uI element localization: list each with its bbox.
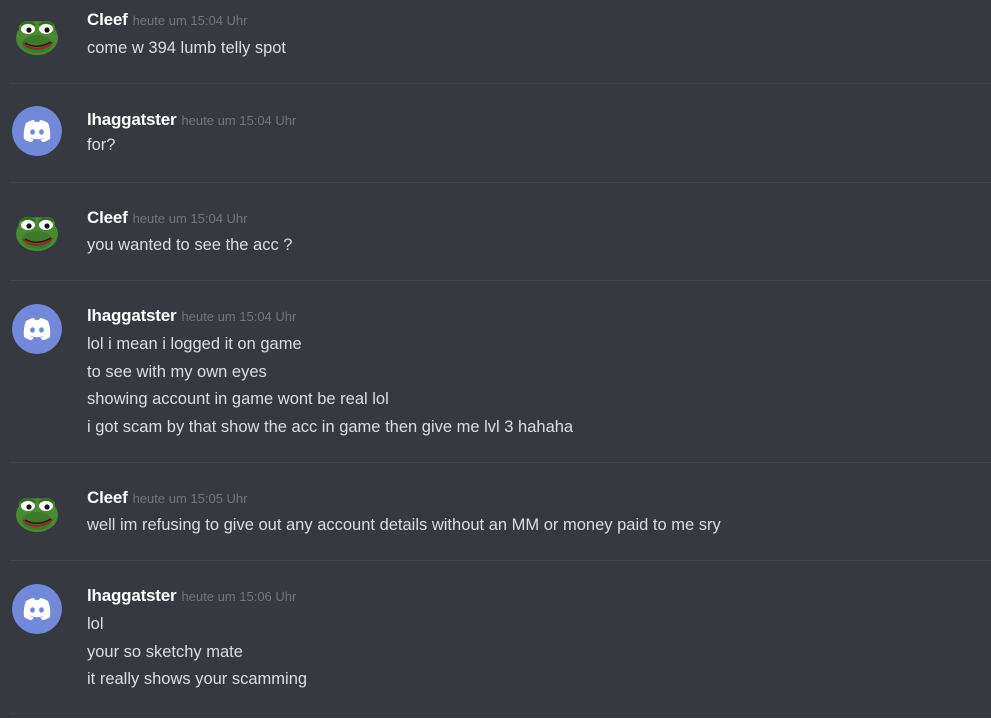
chat-message-list: Cleef heute um 15:04 Uhr come w 394 lumb … [0, 0, 991, 718]
discord-logo-icon [12, 304, 62, 354]
message-line: lol [87, 615, 104, 633]
username[interactable]: Cleef [87, 208, 128, 227]
timestamp: heute um 15:06 Uhr [181, 589, 297, 604]
pepe-frog-icon [12, 485, 62, 535]
message-line: showing account in game wont be real lol [87, 390, 389, 408]
message-divider [10, 280, 991, 281]
message-divider [10, 560, 991, 561]
pepe-frog-icon [12, 204, 62, 254]
avatar[interactable] [12, 204, 62, 254]
avatar[interactable] [12, 304, 62, 354]
username[interactable]: lhaggatster [87, 110, 177, 129]
avatar[interactable] [12, 485, 62, 535]
timestamp: heute um 15:04 Uhr [181, 113, 297, 128]
message-line: your so sketchy mate [87, 642, 243, 661]
avatar[interactable] [12, 106, 62, 156]
username[interactable]: Cleef [87, 488, 128, 507]
discord-logo-icon [12, 106, 62, 156]
discord-logo-icon [12, 584, 62, 634]
username[interactable]: Cleef [87, 10, 128, 29]
timestamp: heute um 15:04 Uhr [132, 211, 248, 226]
timestamp: heute um 15:04 Uhr [181, 309, 297, 324]
message-line: to see with my own eyes [87, 362, 267, 381]
username[interactable]: lhaggatster [87, 586, 177, 605]
message-line: come w 394 lumb telly spot [87, 39, 287, 57]
message-line: well im refusing to give out any account… [87, 516, 721, 534]
message-divider [10, 182, 991, 183]
avatar[interactable] [12, 584, 62, 634]
message-divider [10, 462, 991, 463]
message-line: you wanted to see the acc ? [87, 236, 293, 254]
timestamp: heute um 15:05 Uhr [132, 491, 248, 506]
message-line: lol i mean i logged it on game [87, 335, 302, 353]
username[interactable]: lhaggatster [87, 306, 177, 325]
avatar[interactable] [12, 8, 62, 58]
message-divider [10, 713, 991, 714]
timestamp: heute um 15:04 Uhr [132, 13, 248, 28]
message-line: it really shows your scamming [87, 670, 308, 688]
message-line: for? [87, 136, 116, 154]
pepe-frog-icon [12, 8, 62, 58]
message-divider [10, 83, 991, 84]
message-line: i got scam by that show the acc in game … [87, 417, 574, 436]
